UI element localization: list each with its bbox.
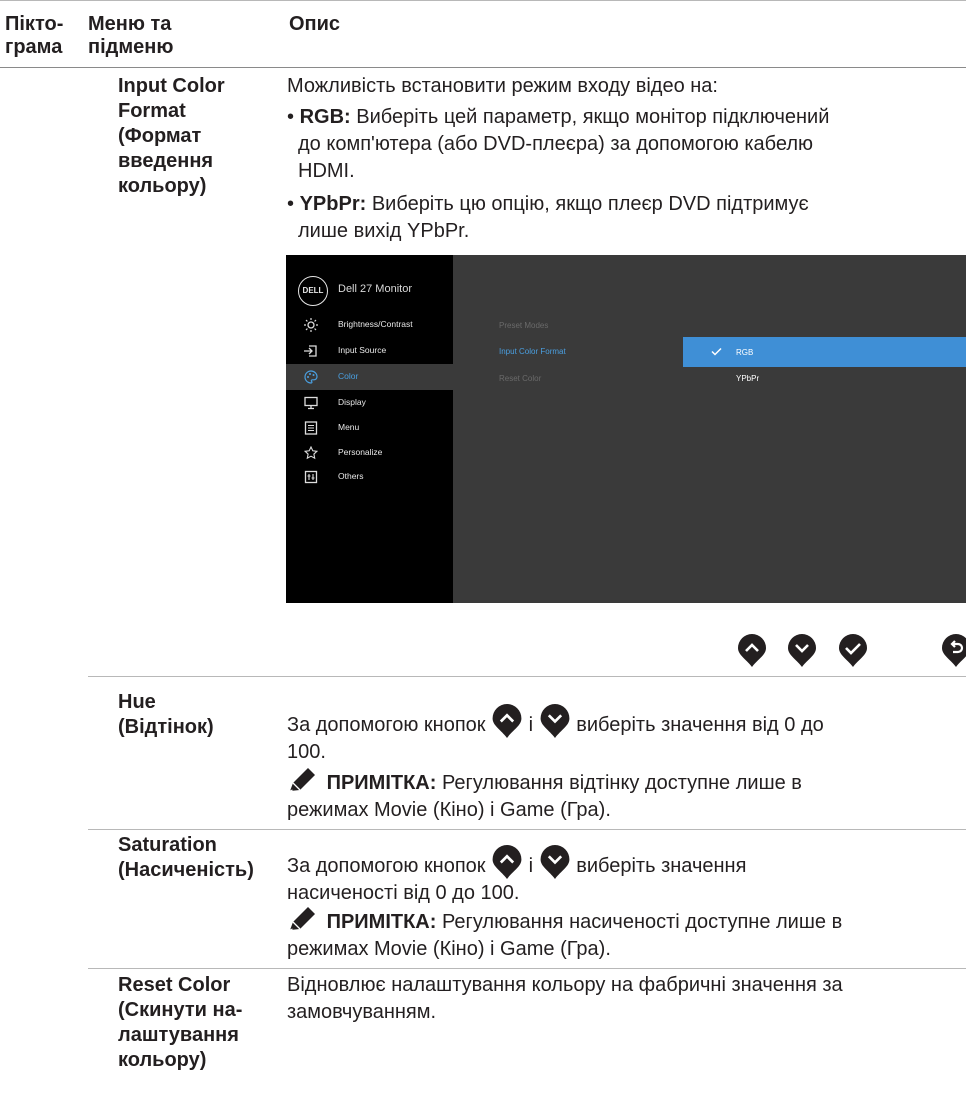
display-icon — [304, 396, 318, 410]
down-arrow-icon — [788, 634, 816, 667]
row-rule-saturation — [88, 829, 966, 830]
hue-note: ПРИМІТКА: Регулювання відтінку доступне … — [287, 767, 802, 824]
osd-item-personalize[interactable]: Personalize — [286, 440, 453, 466]
osd-sub-reset-color[interactable]: Reset Color — [499, 374, 541, 383]
osd-option-highlight — [683, 337, 966, 367]
osd-model-name: Dell 27 Monitor — [338, 283, 412, 295]
osd-sub-input-color-format[interactable]: Input Color Format — [499, 347, 566, 356]
palette-icon — [304, 370, 318, 384]
osd-option-rgb[interactable]: RGB — [736, 348, 753, 357]
header-menu: Меню та підменю — [88, 13, 174, 58]
dell-logo: DELL — [298, 276, 328, 306]
down-arrow-icon — [540, 845, 570, 879]
ypbpr-option-text: • YPbPr: Виберіть цю опцію, якщо плеєр D… — [287, 193, 809, 242]
osd-item-menu[interactable]: Menu — [286, 415, 453, 441]
header-rule — [0, 67, 966, 68]
brightness-icon — [304, 318, 318, 332]
input-color-format-intro: Можливість встановити режим входу відео … — [287, 75, 718, 97]
input-source-icon — [304, 345, 317, 357]
reset-color-description: Відновлює налаштування кольору на фабрич… — [287, 974, 843, 1023]
hue-title: Hue (Відтінок) — [118, 691, 214, 738]
check-icon — [711, 347, 722, 356]
saturation-note: ПРИМІТКА: Регулювання насиченості доступ… — [287, 906, 842, 963]
osd-option-ypbpr[interactable]: YPbPr — [736, 374, 759, 383]
osd-item-brightness[interactable]: Brightness/Contrast — [286, 312, 453, 338]
hue-description: За допомогою кнопок і виберіть значення … — [287, 704, 962, 766]
reset-color-title: Reset Color (Скинути на- лаштування коль… — [118, 974, 243, 1071]
menu-icon — [304, 421, 318, 435]
row-rule-reset-color — [88, 968, 966, 969]
osd-item-input-source[interactable]: Input Source — [286, 338, 453, 364]
osd-sub-preset-modes[interactable]: Preset Modes — [499, 321, 548, 330]
check-icon — [839, 634, 867, 667]
top-rule — [0, 0, 966, 1]
note-pencil-icon — [289, 768, 315, 792]
back-icon — [942, 634, 966, 667]
up-arrow-icon — [738, 634, 766, 667]
header-description: Опис — [289, 13, 341, 35]
osd-item-others[interactable]: Others — [286, 464, 453, 490]
osd-screenshot: DELL Dell 27 Monitor Brightness/Contrast… — [286, 255, 966, 603]
star-icon — [304, 446, 318, 460]
rgb-option-text: • RGB: Виберіть цей параметр, якщо моніт… — [287, 106, 830, 182]
others-icon — [304, 470, 318, 484]
down-arrow-icon — [540, 704, 570, 738]
up-arrow-icon — [492, 845, 522, 879]
saturation-description: За допомогою кнопок і виберіть значення … — [287, 845, 962, 907]
note-pencil-icon — [289, 907, 315, 931]
saturation-title: Saturation (Насиченість) — [118, 834, 254, 881]
osd-item-display[interactable]: Display — [286, 390, 453, 416]
osd-item-color[interactable]: Color — [286, 364, 453, 390]
up-arrow-icon — [492, 704, 522, 738]
row-rule-hue — [88, 676, 966, 677]
input-color-format-title: Input Color Format (Формат введення коль… — [118, 75, 225, 197]
header-pictogram: Пікто-грама — [5, 13, 64, 58]
